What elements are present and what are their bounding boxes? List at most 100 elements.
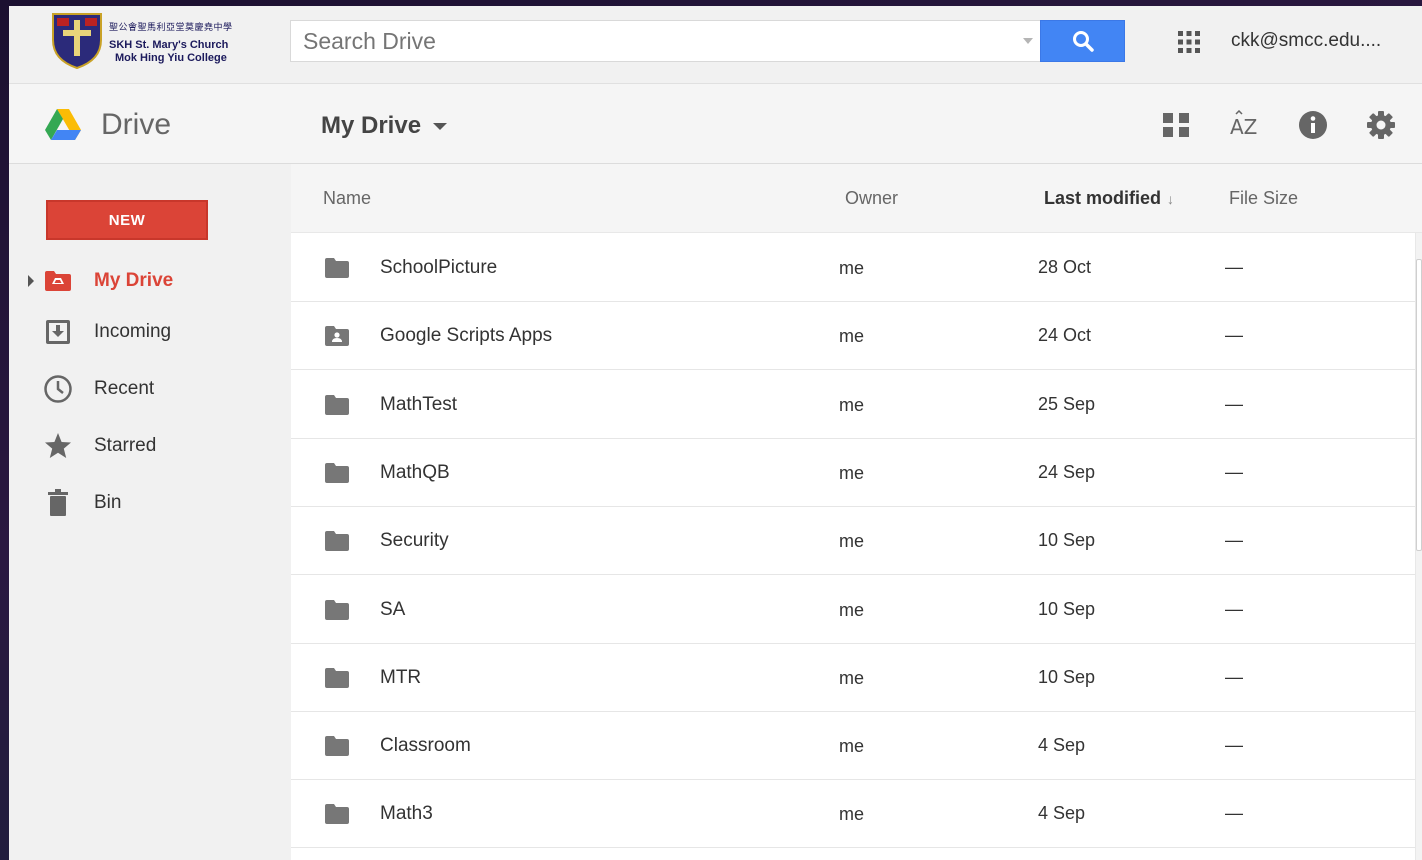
file-list-header: Name Owner Last modified ↓ File Size [291,164,1422,233]
file-owner: me [839,599,865,620]
column-header-name[interactable]: Name [323,188,371,209]
file-last-modified: 24 Sep [1038,461,1096,482]
table-row[interactable]: MathQB me 24 Sep — [291,438,1415,507]
star-icon [43,431,73,461]
sidebar-item-label: My Drive [94,270,174,291]
info-icon [1299,111,1327,139]
sidebar-item-incoming[interactable]: Incoming [9,309,291,355]
file-name: SA [380,598,406,620]
file-name: SchoolPicture [380,257,498,278]
file-last-modified: 10 Sep [1038,666,1096,687]
table-row[interactable]: Classroom me 4 Sep — [291,712,1415,781]
settings-button[interactable] [1365,109,1397,141]
svg-text:AZ: AZ [1230,115,1257,139]
file-size: — [1225,598,1243,619]
file-size: — [1225,530,1243,551]
file-owner: me [839,462,865,483]
file-size: — [1225,393,1243,414]
file-owner: me [839,326,865,347]
file-size: — [1225,325,1243,346]
details-button[interactable] [1297,109,1329,141]
column-header-label: Last modified [1044,188,1162,208]
school-name-chinese: 聖公會聖馬利亞堂莫慶堯中學 [109,22,233,32]
file-list: Name Owner Last modified ↓ File Size Scho… [291,164,1422,860]
file-size: — [1225,803,1243,824]
sidebar-item-label: Incoming [94,321,172,342]
sort-descending-icon: ↓ [1167,191,1175,207]
school-name-line2: Mok Hing Yiu College [115,52,227,64]
table-row[interactable]: SA me 10 Sep — [291,575,1415,644]
sidebar-item-starred[interactable]: Starred [9,423,291,469]
school-logo[interactable]: 聖公會聖馬利亞堂莫慶堯中學 SKH St. Mary's Church Mok … [49,10,249,72]
table-row[interactable]: Google Scripts Apps me 24 Oct — [291,302,1415,371]
location-dropdown[interactable]: My Drive [321,112,448,140]
apps-grid-icon[interactable] [1177,30,1201,54]
sidebar-item-bin[interactable]: Bin [9,480,291,526]
file-owner: me [839,394,865,415]
file-last-modified: 25 Sep [1038,393,1096,414]
grid-view-button[interactable] [1160,109,1192,141]
search-options-chevron-icon[interactable] [1023,38,1033,44]
drive-brand[interactable]: Drive [45,108,171,142]
incoming-icon [43,317,73,347]
new-button[interactable]: NEW [46,200,208,240]
file-name: Google Scripts Apps [380,325,553,347]
table-row[interactable]: Math3 me 4 Sep — [291,780,1415,849]
sidebar-item-my-drive[interactable]: My Drive [9,258,291,304]
file-last-modified: 24 Oct [1038,325,1092,346]
my-drive-icon [43,266,73,296]
location-label: My Drive [321,112,422,139]
app-name: Drive [101,108,172,141]
sort-az-icon: AZ [1230,110,1257,139]
search-icon [1072,31,1094,52]
column-header-last-modified[interactable]: Last modified ↓ [1044,188,1174,209]
drive-toolbar: Drive My Drive AZ [9,84,1422,164]
file-owner: me [839,667,865,688]
top-bar: 聖公會聖馬利亞堂莫慶堯中學 SKH St. Mary's Church Mok … [9,6,1422,84]
file-last-modified: 4 Sep [1038,803,1086,824]
search-button[interactable] [1040,20,1125,62]
trash-icon [43,488,73,518]
search-box [290,20,1041,62]
school-crest-icon [52,13,102,70]
search-input[interactable] [291,21,991,61]
scrollbar-thumb[interactable] [1416,259,1422,551]
sidebar: NEW My Drive Incoming Recent Starred Bin [9,164,291,860]
file-size: — [1225,257,1243,277]
table-row[interactable]: Security me 10 Sep — [291,507,1415,576]
file-last-modified: 10 Sep [1038,530,1096,551]
google-drive-logo-icon [45,109,81,140]
file-last-modified: 4 Sep [1038,735,1086,756]
sort-options-button[interactable]: AZ [1228,109,1260,141]
sidebar-item-label: Recent [94,378,155,399]
sidebar-item-label: Bin [94,492,122,513]
file-name: Security [380,530,449,552]
file-owner: me [839,531,865,552]
file-owner: me [839,736,865,757]
school-name-line1: SKH St. Mary's Church [109,39,229,51]
column-header-owner[interactable]: Owner [845,188,898,209]
file-name: Math3 [380,803,433,825]
column-header-file-size[interactable]: File Size [1229,188,1298,209]
grid-view-icon [1163,113,1189,137]
file-last-modified: 10 Sep [1038,598,1096,619]
table-row[interactable]: MathTest me 25 Sep — [291,370,1415,439]
clock-icon [43,374,73,404]
sidebar-item-label: Starred [94,435,157,456]
drive-app-window: 聖公會聖馬利亞堂莫慶堯中學 SKH St. Mary's Church Mok … [9,6,1422,860]
table-row[interactable]: MTR me 10 Sep — [291,643,1415,712]
scrollbar[interactable] [1415,233,1422,860]
file-size: — [1225,666,1243,687]
file-last-modified: 28 Oct [1038,257,1092,277]
chevron-down-icon [433,122,448,130]
table-row[interactable]: SchoolPicture me 28 Oct — [291,234,1415,302]
file-owner: me [839,258,865,278]
file-size: — [1225,735,1243,756]
file-name: MTR [380,666,422,688]
sidebar-item-recent[interactable]: Recent [9,366,291,412]
gear-icon [1367,111,1395,139]
account-email[interactable]: ckk@smcc.edu.... [1231,30,1381,52]
expand-arrow-icon[interactable] [28,275,34,287]
file-owner: me [839,804,865,825]
file-size: — [1225,461,1243,482]
